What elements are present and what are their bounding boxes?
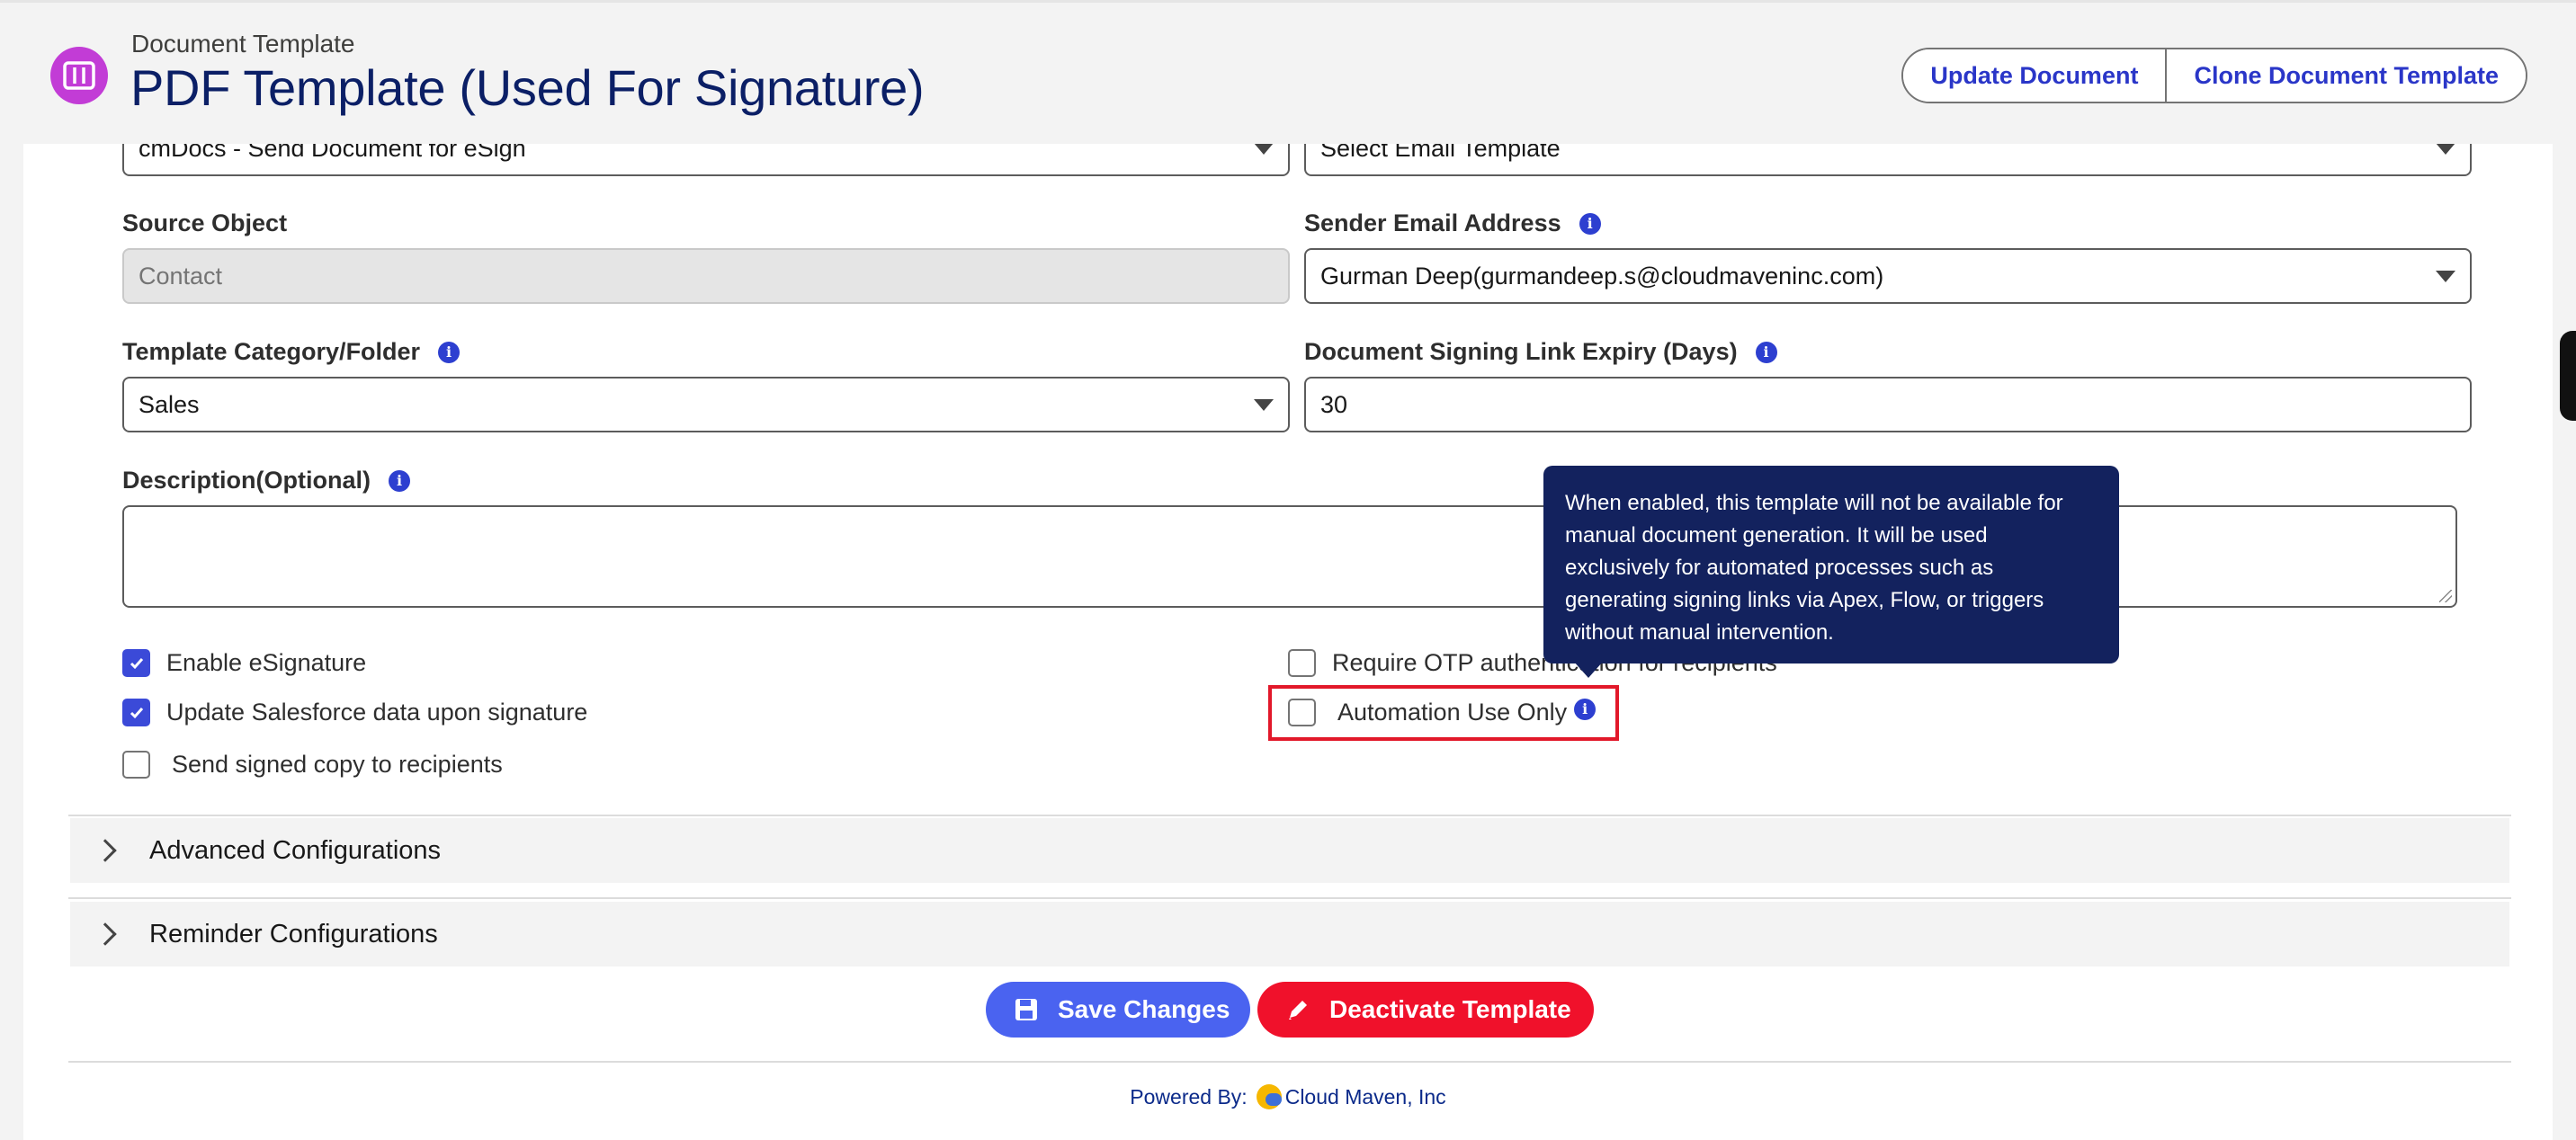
enable-esignature-label: Enable eSignature: [166, 649, 367, 676]
update-document-button[interactable]: Update Document: [1903, 49, 2166, 102]
send-signed-copy-checkbox[interactable]: [122, 751, 150, 779]
tooltip-line: generating signing links via Apex, Flow,…: [1565, 588, 2044, 612]
header-button-group: Update Document Clone Document Template: [1901, 48, 2527, 103]
link-expiry-input[interactable]: 30: [1304, 377, 2472, 432]
company-link[interactable]: Cloud Maven, Inc: [1285, 1085, 1446, 1109]
divider: [68, 1061, 2511, 1063]
save-changes-label: Save Changes: [1058, 995, 1230, 1023]
clone-template-button[interactable]: Clone Document Template: [2165, 49, 2526, 102]
pencil-icon: [1284, 996, 1311, 1023]
tooltip-line: exclusively for automated processes such…: [1565, 556, 1994, 580]
link-expiry-value: 30: [1320, 390, 1348, 418]
description-label: Description(Optional) i: [122, 467, 410, 494]
update-salesforce-checkbox[interactable]: [122, 699, 150, 726]
side-panel-tab[interactable]: [2560, 331, 2576, 421]
chevron-down-icon: [1254, 399, 1274, 411]
template-category-label: Template Category/Folder i: [122, 338, 461, 366]
reminder-configurations-accordion[interactable]: Reminder Configurations: [70, 902, 2509, 966]
tooltip-line: When enabled, this template will not be …: [1565, 491, 2063, 515]
require-otp-checkbox[interactable]: [1288, 649, 1316, 677]
deactivate-template-button[interactable]: Deactivate Template: [1257, 982, 1594, 1038]
page-title: PDF Template (Used For Signature): [130, 59, 925, 116]
chevron-right-icon: [94, 839, 117, 862]
update-salesforce-row[interactable]: Update Salesforce data upon signature: [122, 699, 587, 726]
info-icon[interactable]: i: [389, 469, 410, 492]
chevron-down-icon: [2436, 143, 2455, 155]
sender-email-label: Sender Email Address i: [1304, 209, 1601, 237]
save-changes-button[interactable]: Save Changes: [986, 982, 1250, 1038]
send-signed-copy-row[interactable]: Send signed copy to recipients: [122, 751, 503, 779]
tooltip-line: manual document generation. It will be u…: [1565, 523, 1988, 548]
footer: Powered By: Cloud Maven, Inc: [0, 1084, 2576, 1109]
chevron-down-icon: [1254, 143, 1274, 155]
template-category-value: Sales: [139, 390, 200, 418]
advanced-configurations-accordion[interactable]: Advanced Configurations: [70, 818, 2509, 883]
enable-esignature-checkbox[interactable]: [122, 649, 150, 677]
tooltip-line: without manual intervention.: [1565, 620, 1834, 645]
info-icon[interactable]: i: [1579, 212, 1601, 235]
template-category-select[interactable]: Sales: [122, 377, 1290, 432]
document-template-icon: [50, 47, 108, 104]
divider: [68, 815, 2511, 816]
tooltip-arrow: [1574, 662, 1603, 678]
divider: [68, 897, 2511, 899]
page-subtitle: Document Template: [131, 30, 355, 58]
source-object-field: Contact: [122, 248, 1290, 304]
sender-email-value: Gurman Deep(gurmandeep.s@cloudmaveninc.c…: [1320, 262, 1884, 289]
automation-tooltip: When enabled, this template will not be …: [1543, 466, 2119, 664]
save-icon: [1013, 996, 1040, 1023]
sender-email-select[interactable]: Gurman Deep(gurmandeep.s@cloudmaveninc.c…: [1304, 248, 2472, 304]
send-signed-copy-label: Send signed copy to recipients: [172, 751, 503, 778]
link-expiry-label: Document Signing Link Expiry (Days) i: [1304, 338, 1777, 366]
source-object-value: Contact: [139, 262, 223, 289]
deactivate-template-label: Deactivate Template: [1329, 995, 1571, 1023]
reminder-configurations-label: Reminder Configurations: [149, 919, 438, 949]
page-header: Document Template PDF Template (Used For…: [0, 0, 2576, 144]
enable-esignature-row[interactable]: Enable eSignature: [122, 649, 366, 677]
advanced-configurations-label: Advanced Configurations: [149, 835, 442, 865]
checkmark-icon: [130, 707, 143, 718]
info-icon[interactable]: i: [438, 341, 461, 363]
powered-by-label: Powered By:: [1130, 1084, 1248, 1109]
cloud-maven-logo-icon: [1256, 1084, 1282, 1109]
highlight-outline: [1268, 685, 1619, 741]
source-object-label: Source Object: [122, 209, 288, 236]
chevron-down-icon: [2436, 271, 2455, 282]
update-salesforce-label: Update Salesforce data upon signature: [166, 699, 588, 726]
checkmark-icon: [130, 657, 143, 669]
info-icon[interactable]: i: [1755, 341, 1777, 363]
chevron-right-icon: [94, 922, 117, 946]
resize-handle-icon[interactable]: [2439, 590, 2452, 602]
